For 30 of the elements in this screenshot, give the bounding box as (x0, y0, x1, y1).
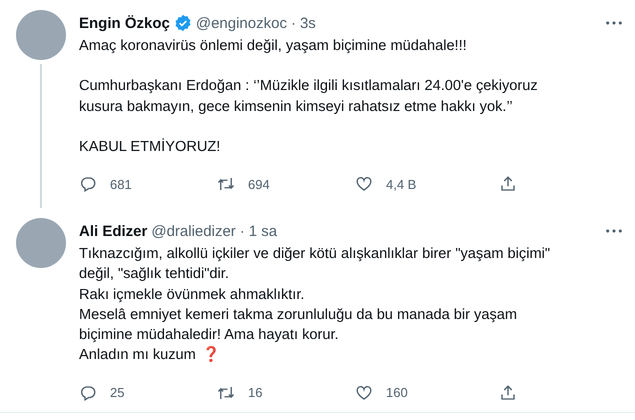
tweet-text: Amaç koronavirüs önlemi değil, yaşam biçimine müdahale!!! (79, 38, 467, 54)
author-name[interactable]: Ali Edizer (79, 222, 148, 240)
more-icon[interactable] (605, 228, 623, 234)
reply-count: 25 (110, 385, 124, 400)
retweet-count: 694 (248, 176, 270, 192)
separator: · (240, 222, 245, 240)
tweet-text: Anladın mı kuzum (79, 347, 196, 364)
author-name[interactable]: Engin Özkoç (79, 14, 170, 32)
like-count: 160 (386, 385, 408, 400)
reply-count: 681 (110, 176, 132, 192)
like-count: 4,4 B (386, 176, 416, 192)
tweet-text: Rakı içmekle övünmek ahmaklıktır. (79, 286, 304, 303)
user-handle[interactable]: @enginozkoc (196, 14, 287, 32)
share-icon[interactable] (499, 175, 517, 194)
tweet-time[interactable]: 1 sa (248, 222, 278, 240)
tweet-text: KABUL ETMİYORUZ! (79, 138, 220, 155)
more-icon[interactable] (605, 20, 623, 26)
reply-icon[interactable] (79, 384, 97, 402)
heart-icon[interactable] (355, 384, 373, 402)
reply-icon[interactable] (79, 175, 97, 194)
user-handle[interactable]: @draliedizer (151, 222, 236, 240)
heart-icon[interactable] (355, 175, 373, 194)
tweet-text: Meselâ emniyet kemeri takma zorunluluğu da bu manada bir yaşam biçimine müdahaledir! Ama hayatı korur. (79, 306, 518, 344)
retweet-count: 16 (248, 385, 262, 400)
share-icon[interactable] (499, 384, 517, 402)
separator: · (290, 14, 296, 32)
emoji: ❓ (202, 346, 220, 364)
tweet-time[interactable]: 3s (300, 14, 316, 32)
tweet-text: Cumhurbaşkanı Erdoğan : ‘’Müzikle ilgili kısıtlamaları 24.00'e çekiyoruz kusura bakmayın, gece kimsenin kimseyi rahatsız etme hakkı yok.’’ (79, 78, 538, 115)
tweet-text: Tıknazcığım, alkollü içkiler ve diğer kötü alışkanlıklar birer "yaşam biçimi" değil, "sağlık tehtidi"dir. (79, 246, 550, 282)
